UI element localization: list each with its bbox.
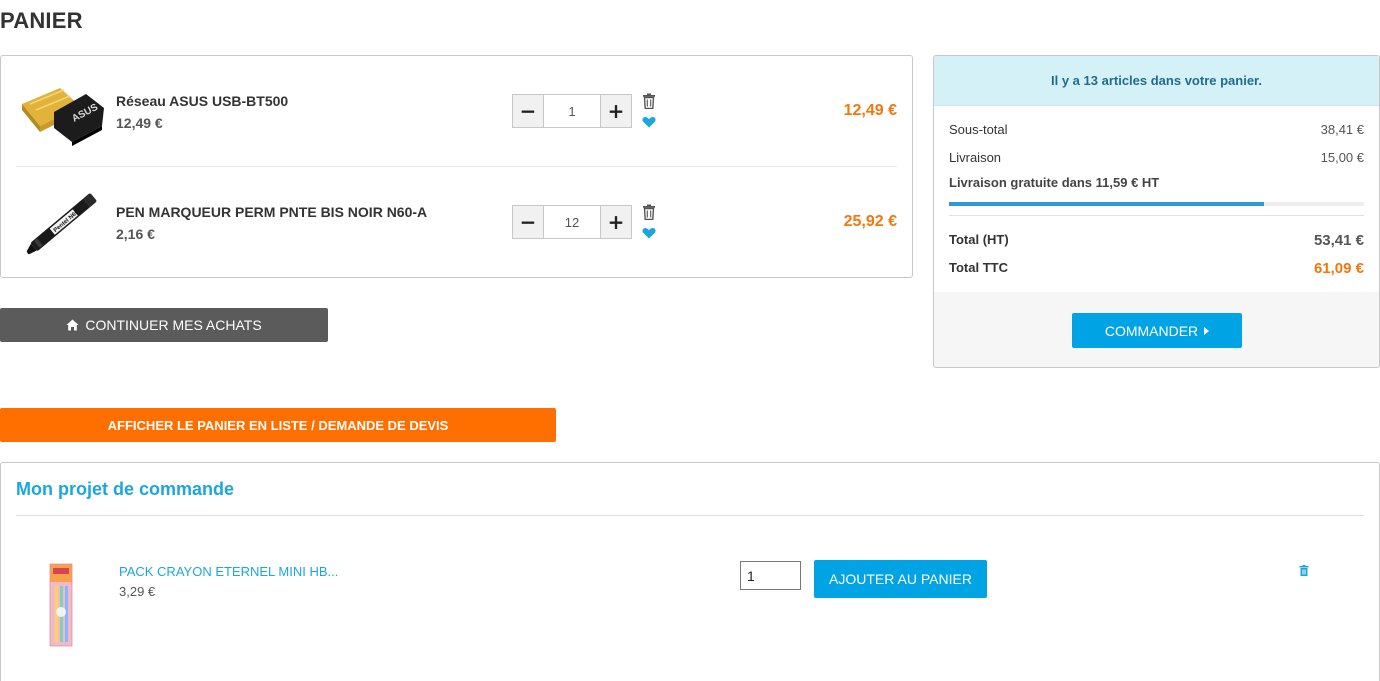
order-project-panel: Mon projet de commande PACK CRAYON ETERN… xyxy=(0,462,1380,681)
product-unit-price: 12,49 € xyxy=(116,115,163,131)
home-icon xyxy=(66,319,79,331)
cart-count-banner: Il y a 13 articles dans votre panier. xyxy=(934,56,1379,106)
increase-quantity-button[interactable]: + xyxy=(600,206,631,238)
black-marker-pen-image[interactable]: Pentel N60 xyxy=(16,181,106,261)
cart-summary: Il y a 13 articles dans votre panier. So… xyxy=(933,55,1380,368)
trash-icon[interactable] xyxy=(642,93,656,109)
quote-request-button[interactable]: AFFICHER LE PANIER EN LISTE / DEMANDE DE… xyxy=(0,408,556,442)
continue-shopping-label: CONTINUER MES ACHATS xyxy=(85,317,262,333)
free-shipping-note: Livraison gratuite dans 11,59 € HT xyxy=(949,175,1160,190)
heart-icon[interactable] xyxy=(642,116,656,128)
trash-icon[interactable] xyxy=(642,204,656,220)
project-product-name[interactable]: PACK CRAYON ETERNEL MINI HB... xyxy=(119,564,338,579)
quantity-stepper: − + xyxy=(512,205,632,239)
total-ttc-row: Total TTC 61,09 € xyxy=(949,260,1364,277)
shipping-label: Livraison xyxy=(949,150,1002,165)
decrease-quantity-button[interactable]: − xyxy=(513,95,544,127)
total-ttc-label: Total TTC xyxy=(949,260,1008,275)
total-ht-value: 53,41 € xyxy=(1313,232,1364,249)
order-button[interactable]: COMMANDER xyxy=(1072,313,1242,348)
shipping-value: 15,00 € xyxy=(1320,150,1364,165)
continue-shopping-button[interactable]: CONTINUER MES ACHATS xyxy=(0,308,328,342)
order-button-label: COMMANDER xyxy=(1104,322,1199,339)
divider xyxy=(949,215,1364,216)
page-title: PANIER xyxy=(0,8,83,33)
line-total-price: 25,92 € xyxy=(843,213,897,230)
total-ht-label: Total (HT) xyxy=(949,232,1009,247)
shipping-row: Livraison 15,00 € xyxy=(949,150,1364,165)
add-to-cart-button[interactable]: AJOUTER AU PANIER xyxy=(814,560,987,598)
cart-line: Pentel N60 PEN MARQUEUR PERM PNTE BIS NO… xyxy=(16,167,897,278)
increase-quantity-button[interactable]: + xyxy=(600,95,631,127)
pencil-pack-image[interactable] xyxy=(46,562,76,648)
summary-body: Sous-total 38,41 € Livraison 15,00 € Liv… xyxy=(934,106,1379,292)
product-name[interactable]: Réseau ASUS USB-BT500 xyxy=(116,93,288,109)
product-unit-price: 2,16 € xyxy=(116,226,155,242)
line-total-price: 12,49 € xyxy=(843,102,897,119)
usb-bluetooth-adapter-image[interactable]: ASUS xyxy=(16,76,106,148)
quantity-input[interactable] xyxy=(544,95,600,127)
divider xyxy=(16,515,1364,516)
total-ttc-value: 61,09 € xyxy=(1313,260,1364,277)
cart-line: ASUS Réseau ASUS USB-BT500 12,49 € − + 1… xyxy=(16,56,897,167)
trash-icon[interactable] xyxy=(1299,565,1309,576)
subtotal-value: 38,41 € xyxy=(1320,122,1364,137)
project-quantity-input[interactable] xyxy=(740,561,801,590)
caret-right-icon xyxy=(1204,326,1210,335)
subtotal-label: Sous-total xyxy=(949,122,1008,137)
total-ht-row: Total (HT) 53,41 € xyxy=(949,232,1364,249)
product-name[interactable]: PEN MARQUEUR PERM PNTE BIS NOIR N60-A xyxy=(116,204,427,220)
quantity-stepper: − + xyxy=(512,94,632,128)
quantity-input[interactable] xyxy=(544,206,600,238)
subtotal-row: Sous-total 38,41 € xyxy=(949,122,1364,137)
heart-icon[interactable] xyxy=(642,227,656,239)
free-shipping-progress-bar xyxy=(949,202,1364,206)
decrease-quantity-button[interactable]: − xyxy=(513,206,544,238)
project-title: Mon projet de commande xyxy=(16,479,235,499)
cart-items-box: ASUS Réseau ASUS USB-BT500 12,49 € − + 1… xyxy=(0,55,913,278)
progress-fill xyxy=(949,202,1265,206)
project-product-price: 3,29 € xyxy=(119,584,156,599)
